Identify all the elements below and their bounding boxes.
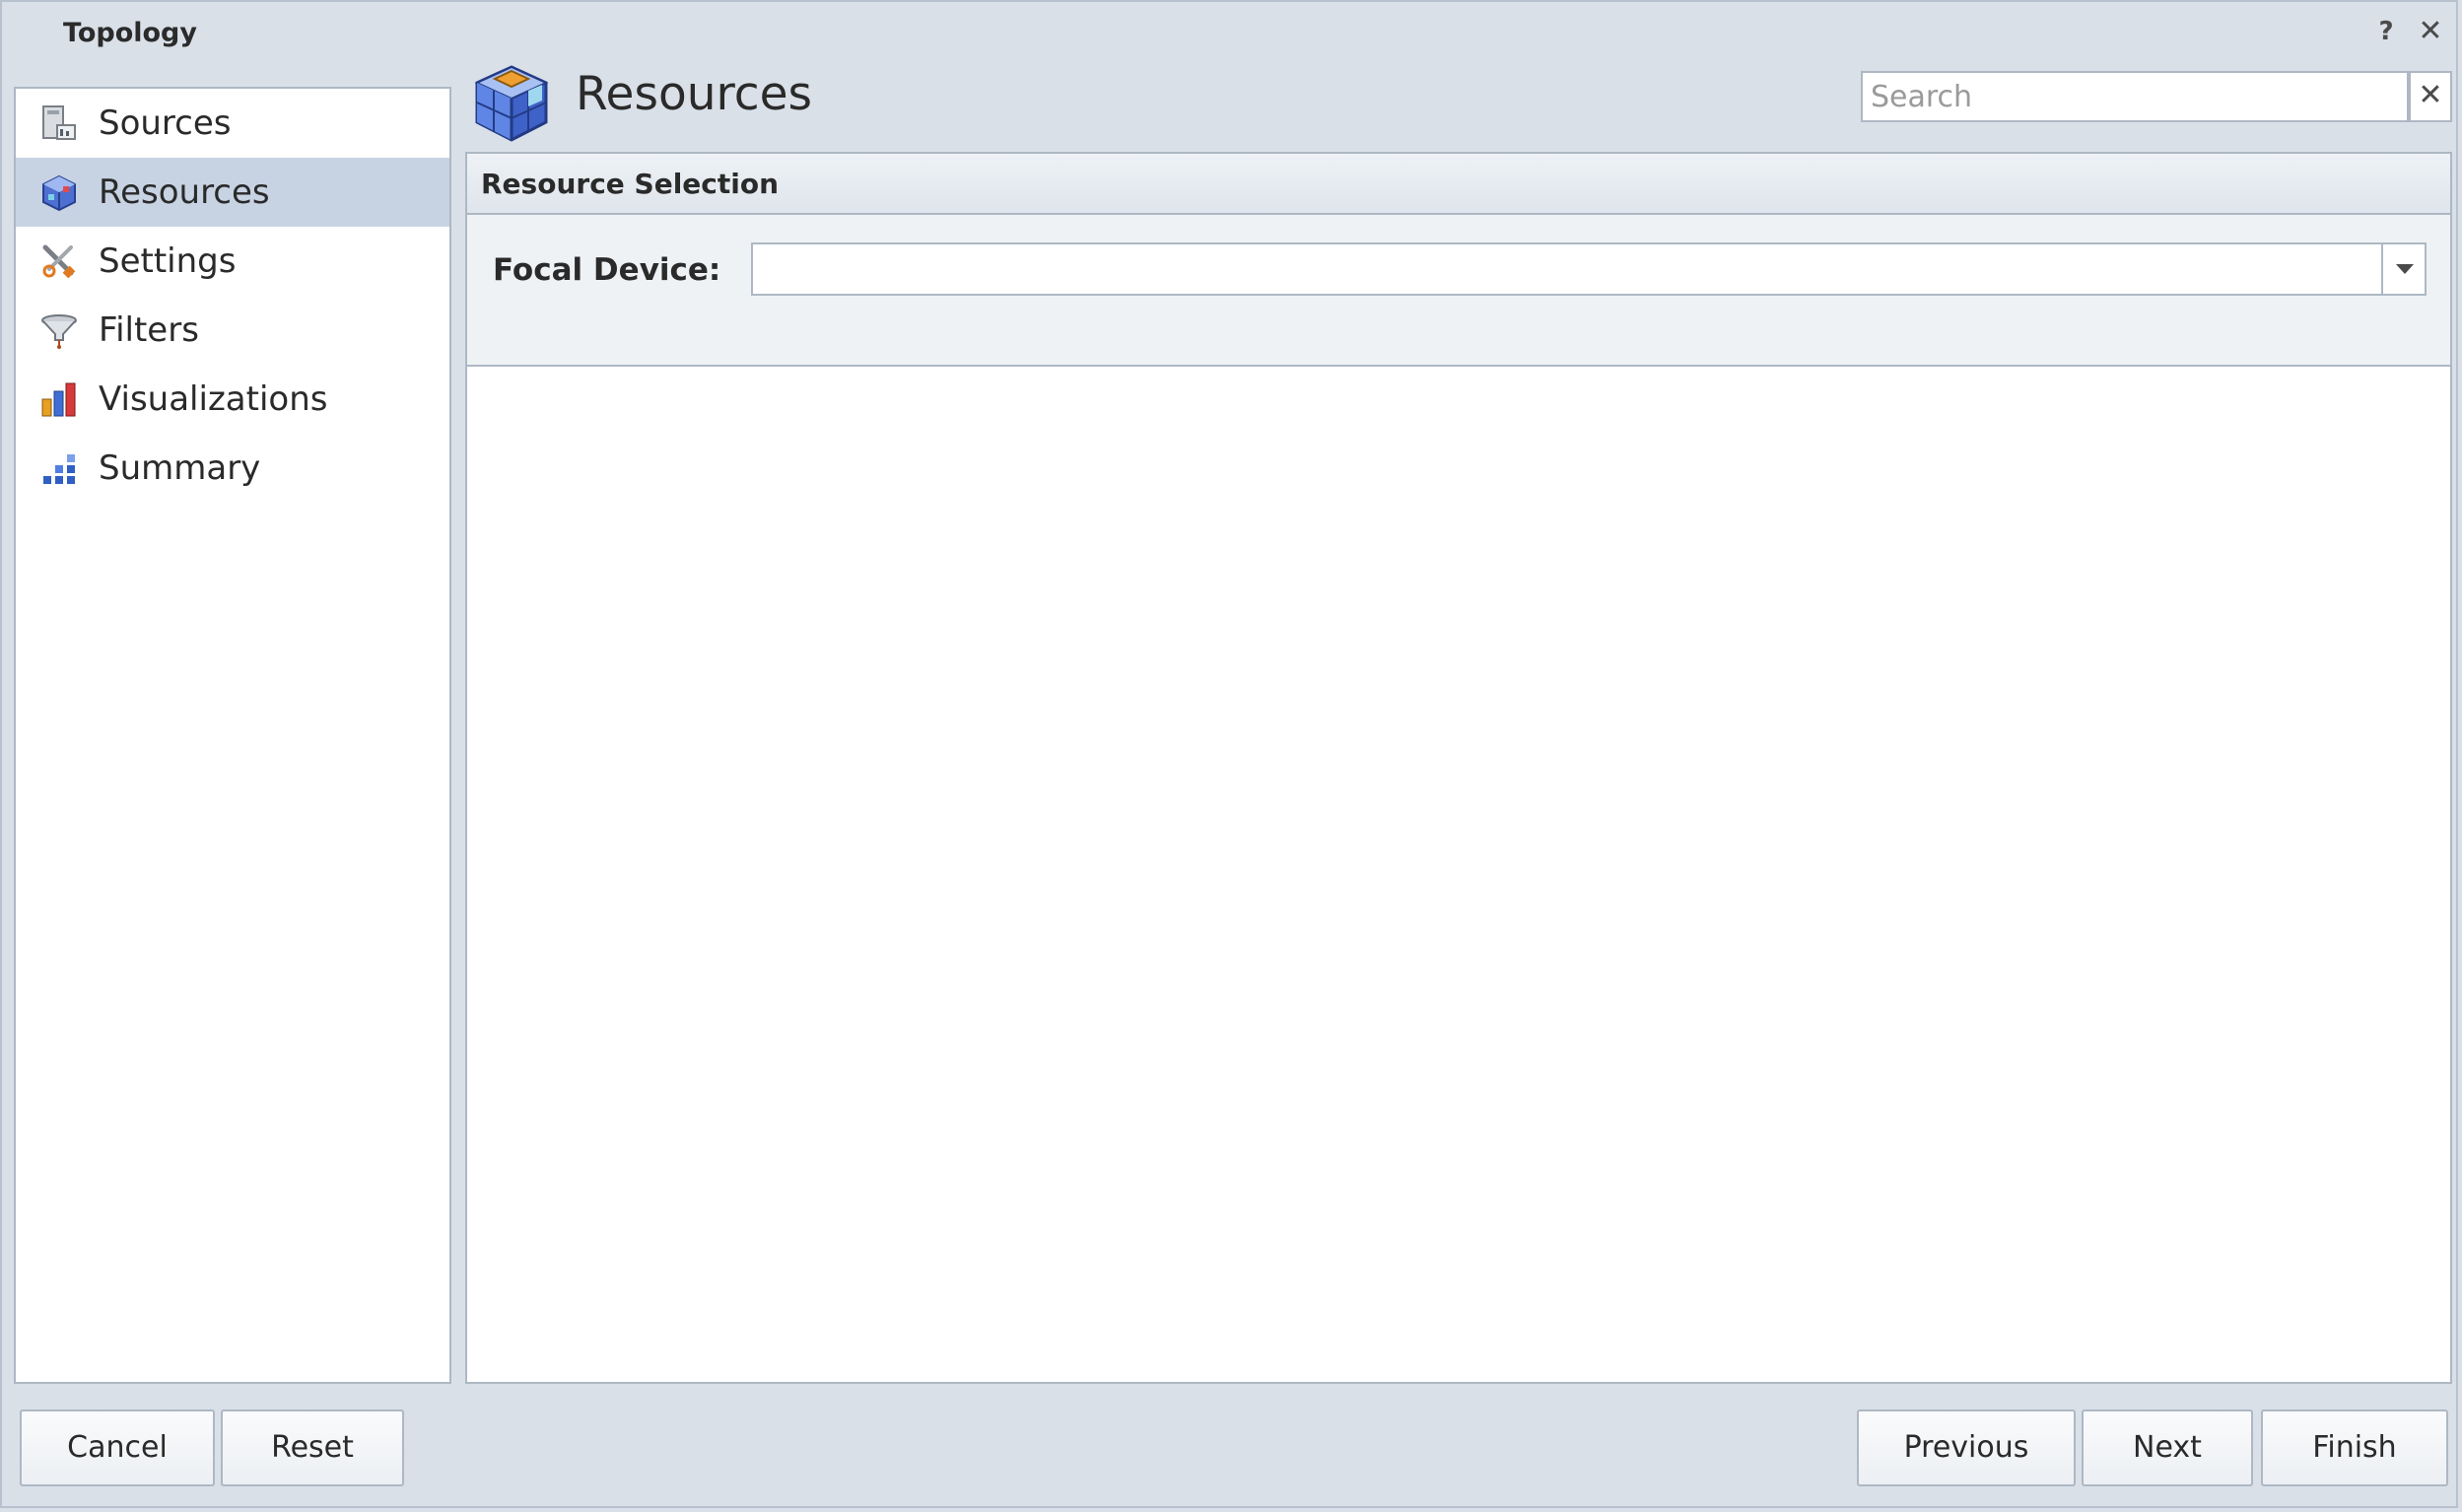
resource-selection-section: Focal Device: [467, 215, 2450, 367]
summary-icon [43, 454, 75, 484]
settings-icon [42, 244, 76, 279]
filters-icon [41, 314, 77, 349]
focal-device-label: Focal Device: [493, 252, 721, 288]
search-input[interactable] [1861, 71, 2409, 122]
sidebar-item-summary[interactable]: Summary [16, 434, 449, 503]
chevron-down-icon[interactable] [2381, 244, 2425, 294]
next-button[interactable]: Next [2082, 1409, 2253, 1486]
search-clear-button[interactable]: ✕ [2409, 71, 2452, 122]
resources-cube-icon [474, 65, 549, 142]
visualizations-icon [41, 382, 76, 417]
sources-icon [42, 105, 76, 140]
sidebar-item-sources[interactable]: Sources [16, 89, 449, 158]
title-bar: Topology ? ✕ [2, 2, 2456, 65]
reset-button[interactable]: Reset [221, 1409, 404, 1486]
wizard-sidebar: Sources Resources Settings Filters Visua… [14, 87, 451, 1384]
sidebar-item-visualizations[interactable]: Visualizations [16, 365, 449, 434]
resources-icon [42, 174, 76, 212]
sidebar-item-settings[interactable]: Settings [16, 227, 449, 296]
page-title: Resources [576, 67, 813, 121]
previous-button[interactable]: Previous [1857, 1409, 2076, 1486]
topology-window: Topology ? ✕ Sources Resources Settings … [0, 0, 2458, 1508]
finish-button[interactable]: Finish [2261, 1409, 2448, 1486]
window-title: Topology [63, 18, 197, 48]
sidebar-item-resources[interactable]: Resources [16, 158, 449, 227]
sidebar-item-label: Filters [99, 310, 199, 350]
sidebar-item-label: Visualizations [99, 379, 328, 419]
focal-device-combobox[interactable] [751, 242, 2427, 296]
section-header: Resource Selection [467, 154, 2450, 215]
sidebar-item-label: Settings [99, 241, 237, 281]
sidebar-item-filters[interactable]: Filters [16, 296, 449, 365]
help-button[interactable]: ? [2371, 16, 2401, 47]
section-title: Resource Selection [481, 168, 780, 200]
cancel-button[interactable]: Cancel [20, 1409, 215, 1486]
close-button[interactable]: ✕ [2416, 16, 2445, 47]
sidebar-item-label: Resources [99, 172, 270, 212]
main-panel: Resource Selection Focal Device: [465, 152, 2452, 1384]
sidebar-item-label: Summary [99, 448, 261, 488]
sidebar-item-label: Sources [99, 103, 232, 143]
